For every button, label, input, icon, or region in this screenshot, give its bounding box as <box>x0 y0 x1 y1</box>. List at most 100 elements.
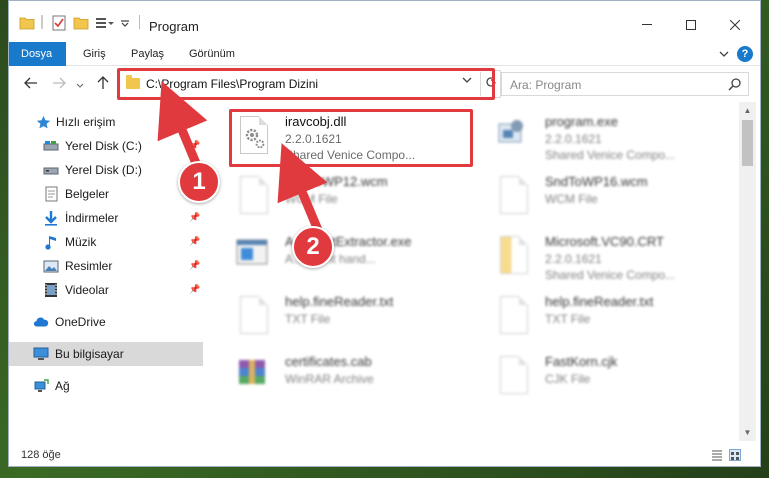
file-version: 2.2.0.1621 <box>545 132 602 146</box>
sidebar-item-pictures[interactable]: Resimler 📌 <box>9 254 203 278</box>
sidebar-item-quick-access[interactable]: Hızlı erişim <box>9 110 203 134</box>
drive-icon <box>43 162 59 178</box>
scroll-thumb[interactable] <box>742 120 753 166</box>
step-badge-2: 2 <box>292 226 334 268</box>
sidebar-item-this-pc[interactable]: Bu bilgisayar <box>9 342 203 366</box>
file-list: iravcobj.dll 2.2.0.1621 Shared Venice Co… <box>209 102 739 441</box>
new-folder-icon[interactable] <box>73 15 89 31</box>
file-type: WCM File <box>285 192 338 206</box>
file-item-sndtowp12[interactable]: SndToWP12.wcm WCM File <box>215 162 455 222</box>
expand-ribbon-icon[interactable] <box>717 46 731 62</box>
search-box[interactable]: Ara: Program <box>501 72 749 96</box>
file-item-help-finereader-1[interactable]: help.fineReader.txt TXT File <box>215 282 455 342</box>
manifest-icon <box>495 234 533 276</box>
file-type: CJK File <box>545 372 591 386</box>
file-item-program-exe[interactable]: program.exe 2.2.0.1621 Shared Venice Com… <box>475 102 715 162</box>
step-badge-1: 1 <box>178 161 220 203</box>
pictures-icon <box>43 258 59 274</box>
sidebar-item-local-disk-c[interactable]: Yerel Disk (C:) 📌 <box>9 134 203 158</box>
status-bar: 128 öğe <box>9 441 760 466</box>
forward-button[interactable] <box>51 76 67 92</box>
address-highlight-box <box>117 68 495 100</box>
file-name: help.fineReader.txt <box>285 294 394 309</box>
file-version: 2.2.0.1621 <box>545 252 602 266</box>
minimize-button[interactable] <box>625 12 669 38</box>
document-icon <box>235 294 273 336</box>
tab-view[interactable]: Görünüm <box>177 42 247 66</box>
maximize-button[interactable] <box>669 12 713 38</box>
star-icon <box>35 114 51 130</box>
archive-icon <box>235 354 273 396</box>
sidebar-item-videos[interactable]: Videolar 📌 <box>9 278 203 302</box>
scroll-down-icon[interactable]: ▼ <box>739 424 756 441</box>
title-bar: Program <box>9 1 760 42</box>
video-icon <box>43 282 59 298</box>
ribbon-tabs: Dosya Giriş Paylaş Görünüm ? <box>9 42 760 66</box>
file-type: TXT File <box>285 312 331 326</box>
navigation-pane: Hızlı erişim Yerel Disk (C:) 📌 Yerel Dis… <box>9 102 209 441</box>
window-title: Program <box>149 19 199 34</box>
sidebar-item-local-disk-d[interactable]: Yerel Disk (D:) <box>9 158 203 182</box>
file-name: certificates.cab <box>285 354 372 369</box>
pin-icon[interactable]: 📌 <box>189 236 200 246</box>
file-highlight-box <box>229 109 473 167</box>
close-button[interactable] <box>713 12 757 38</box>
file-item-sndtowp16[interactable]: SndToWP16.wcm WCM File <box>475 162 715 222</box>
scroll-up-icon[interactable]: ▲ <box>739 102 756 119</box>
file-item-help-finereader-2[interactable]: help.fineReader.txt TXT File <box>475 282 715 342</box>
item-count: 128 öğe <box>21 449 61 461</box>
tab-file[interactable]: Dosya <box>9 42 66 66</box>
explorer-window: Program Dosya Giriş Paylaş Görünüm ? C:\… <box>8 0 761 467</box>
file-description: Shared Venice Compo... <box>545 148 676 162</box>
file-name: program.exe <box>545 114 618 129</box>
download-icon <box>43 210 59 226</box>
document-icon <box>235 174 273 216</box>
help-button[interactable]: ? <box>737 46 753 62</box>
back-button[interactable] <box>23 76 39 92</box>
file-type: WinRAR Archive <box>285 372 374 386</box>
large-icons-view-icon[interactable] <box>729 449 741 461</box>
file-name: Microsoft.VC90.CRT <box>545 234 664 249</box>
chevron-down-icon[interactable] <box>119 15 131 31</box>
folder-icon[interactable] <box>19 15 35 31</box>
sidebar-item-music[interactable]: Müzik 📌 <box>9 230 203 254</box>
computer-icon <box>33 346 49 362</box>
up-button[interactable] <box>95 76 111 92</box>
sidebar-item-documents[interactable]: Belgeler <box>9 182 203 206</box>
music-icon <box>43 234 59 250</box>
search-placeholder: Ara: Program <box>510 78 582 92</box>
toolbar-divider <box>41 15 43 29</box>
file-item-certificates-cab[interactable]: certificates.cab WinRAR Archive <box>215 342 455 402</box>
file-type: WCM File <box>545 192 598 206</box>
file-item-acrotext-exe[interactable]: AcroTextExtractor.exe A... event hand... <box>215 222 455 282</box>
vertical-scrollbar[interactable]: ▲ ▼ <box>739 102 756 441</box>
pin-icon[interactable]: 📌 <box>189 140 200 150</box>
file-name: SndToWP12.wcm <box>285 174 388 189</box>
file-item-fastkorn-cjk[interactable]: FastKorn.cjk CJK File <box>475 342 715 402</box>
documents-icon <box>43 186 59 202</box>
exe-icon <box>495 114 533 156</box>
pin-icon[interactable]: 📌 <box>189 260 200 270</box>
recent-locations-icon[interactable] <box>75 76 85 92</box>
sidebar-item-network[interactable]: Ağ <box>9 374 203 398</box>
pin-icon[interactable]: 📌 <box>189 212 200 222</box>
document-icon <box>495 174 533 216</box>
file-type: TXT File <box>545 312 591 326</box>
app-window-icon <box>235 234 273 276</box>
drive-icon <box>43 138 59 154</box>
details-view-icon[interactable] <box>711 449 723 461</box>
pin-icon[interactable]: 📌 <box>189 284 200 294</box>
search-icon[interactable] <box>728 77 742 91</box>
file-name: FastKorn.cjk <box>545 354 618 369</box>
title-divider <box>139 15 140 29</box>
sidebar-item-downloads[interactable]: İndirmeler 📌 <box>9 206 203 230</box>
sidebar-item-onedrive[interactable]: OneDrive <box>9 310 203 334</box>
properties-icon[interactable] <box>51 15 67 31</box>
tab-share[interactable]: Paylaş <box>119 42 176 66</box>
cloud-icon <box>33 314 49 330</box>
document-icon <box>495 354 533 396</box>
file-name: SndToWP16.wcm <box>545 174 648 189</box>
file-item-microsoft-vc90-crt[interactable]: Microsoft.VC90.CRT 2.2.0.1621 Shared Ven… <box>475 222 715 282</box>
customize-toolbar-icon[interactable] <box>95 15 115 31</box>
tab-home[interactable]: Giriş <box>71 42 118 66</box>
